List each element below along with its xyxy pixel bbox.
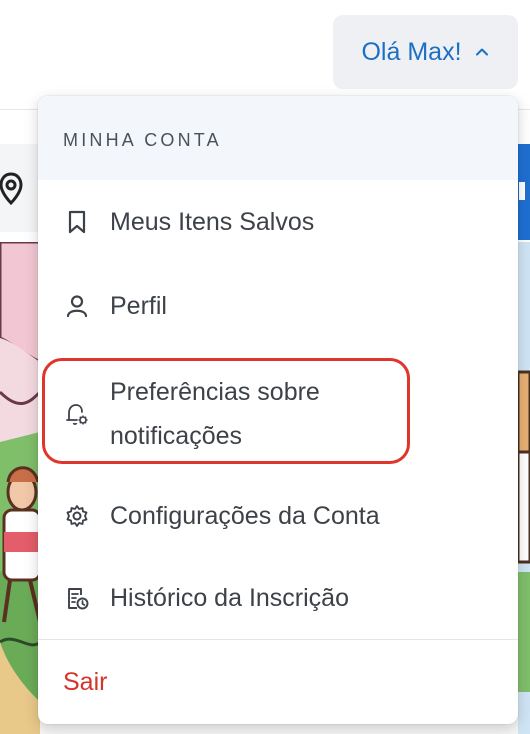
- page: Olá Max! MINHA CONTA Meus Itens Salvos P…: [0, 0, 530, 734]
- menu-item-notification-preferences[interactable]: Preferências sobre notificações: [38, 364, 518, 464]
- user-menu-toggle[interactable]: Olá Max!: [333, 15, 518, 89]
- menu-item-label: Histórico da Inscrição: [110, 584, 349, 612]
- logout-button[interactable]: Sair: [63, 662, 107, 702]
- menu-item-label: Configurações da Conta: [110, 502, 380, 530]
- menu-item-label: Preferências sobre notificações: [110, 378, 320, 450]
- menu-item-profile[interactable]: Perfil: [38, 284, 518, 328]
- user-greeting: Olá Max!: [361, 37, 462, 66]
- bell-gear-icon: [66, 404, 88, 425]
- location-pin-icon[interactable]: [0, 170, 26, 208]
- menu-item-saved-items[interactable]: Meus Itens Salvos: [38, 200, 518, 244]
- bookmark-icon: [68, 210, 86, 234]
- chevron-up-icon: [475, 48, 488, 56]
- user-icon: [66, 295, 88, 318]
- menu-item-label: Perfil: [110, 292, 167, 320]
- menu-item-label: Meus Itens Salvos: [110, 208, 315, 236]
- menu-item-account-settings[interactable]: Configurações da Conta: [38, 494, 518, 538]
- document-clock-icon: [68, 588, 89, 610]
- menu-section-title: MINHA CONTA: [38, 96, 518, 180]
- menu-divider: [38, 639, 518, 640]
- top-header: Olá Max!: [0, 0, 530, 110]
- menu-item-subscription-history[interactable]: Histórico da Inscrição: [38, 576, 518, 620]
- gear-icon: [66, 505, 88, 527]
- account-dropdown-menu: MINHA CONTA Meus Itens Salvos Perfil Pre: [38, 96, 518, 724]
